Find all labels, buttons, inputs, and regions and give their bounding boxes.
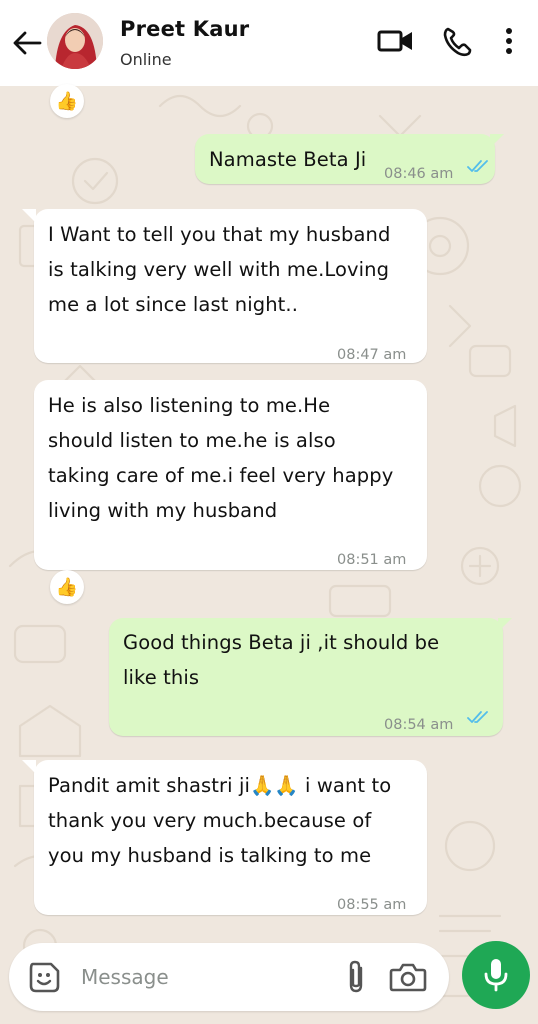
reaction-thumbs-up[interactable]: 👍 xyxy=(50,84,84,118)
chat-header: Preet Kaur Online xyxy=(0,0,538,86)
message-line: I Want to tell you that my husband xyxy=(48,223,391,246)
message-bubble-outgoing[interactable]: Namaste Beta Ji 08:46 am xyxy=(195,134,495,184)
message-line: taking care of me.i feel very happy xyxy=(48,464,394,487)
message-time: 08:55 am xyxy=(337,897,407,913)
bubble-tail xyxy=(498,618,512,632)
message-bubble-incoming[interactable]: I Want to tell you that my husband is ta… xyxy=(34,209,427,363)
camera-icon[interactable] xyxy=(389,961,427,993)
message-input[interactable]: Message xyxy=(81,965,169,989)
message-line: like this xyxy=(123,666,200,689)
voice-record-button[interactable] xyxy=(462,941,530,1009)
paperclip-icon[interactable] xyxy=(344,958,368,996)
voice-call-icon[interactable] xyxy=(441,26,475,58)
message-line: is talking very well with me.Loving xyxy=(48,258,390,281)
bubble-tail xyxy=(490,134,504,148)
message-line: He is also listening to me.He xyxy=(48,394,331,417)
message-line: Good things Beta ji ,it should be xyxy=(123,631,440,654)
avatar-image xyxy=(47,13,103,69)
message-time: 08:47 am xyxy=(337,347,407,363)
message-time: 08:51 am xyxy=(337,552,407,568)
double-check-icon xyxy=(467,711,488,723)
reaction-emoji: 👍 xyxy=(55,90,79,112)
message-time: 08:54 am xyxy=(384,717,454,733)
contact-status: Online xyxy=(120,50,172,69)
bubble-tail xyxy=(22,209,36,223)
message-line: Pandit amit shastri ji🙏🙏 i want to xyxy=(48,774,392,797)
message-line: you my husband is talking to me xyxy=(48,844,372,867)
message-bubble-incoming[interactable]: He is also listening to me.He should lis… xyxy=(34,380,427,570)
reaction-thumbs-up[interactable]: 👍 xyxy=(50,570,84,604)
reaction-emoji: 👍 xyxy=(55,576,79,598)
message-bubble-incoming[interactable]: Pandit amit shastri ji🙏🙏 i want to thank… xyxy=(34,760,427,915)
more-vert-icon[interactable] xyxy=(502,26,516,58)
sticker-icon[interactable] xyxy=(27,960,61,994)
arrow-left-icon[interactable] xyxy=(10,28,44,58)
video-call-icon[interactable] xyxy=(377,26,415,56)
bubble-tail xyxy=(22,760,36,774)
message-line: should listen to me.he is also xyxy=(48,429,336,452)
message-composer[interactable]: Message xyxy=(9,943,449,1011)
message-line: me a lot since last night.. xyxy=(48,293,299,316)
double-check-icon xyxy=(467,160,488,172)
message-time: 08:46 am xyxy=(384,166,454,182)
contact-name[interactable]: Preet Kaur xyxy=(120,17,249,41)
microphone-icon xyxy=(484,959,508,992)
message-line: thank you very much.because of xyxy=(48,809,372,832)
message-bubble-outgoing[interactable]: Good things Beta ji ,it should be like t… xyxy=(109,618,503,736)
message-line: living with my husband xyxy=(48,499,278,522)
message-text: Namaste Beta Ji xyxy=(209,148,367,171)
avatar[interactable] xyxy=(47,13,103,69)
